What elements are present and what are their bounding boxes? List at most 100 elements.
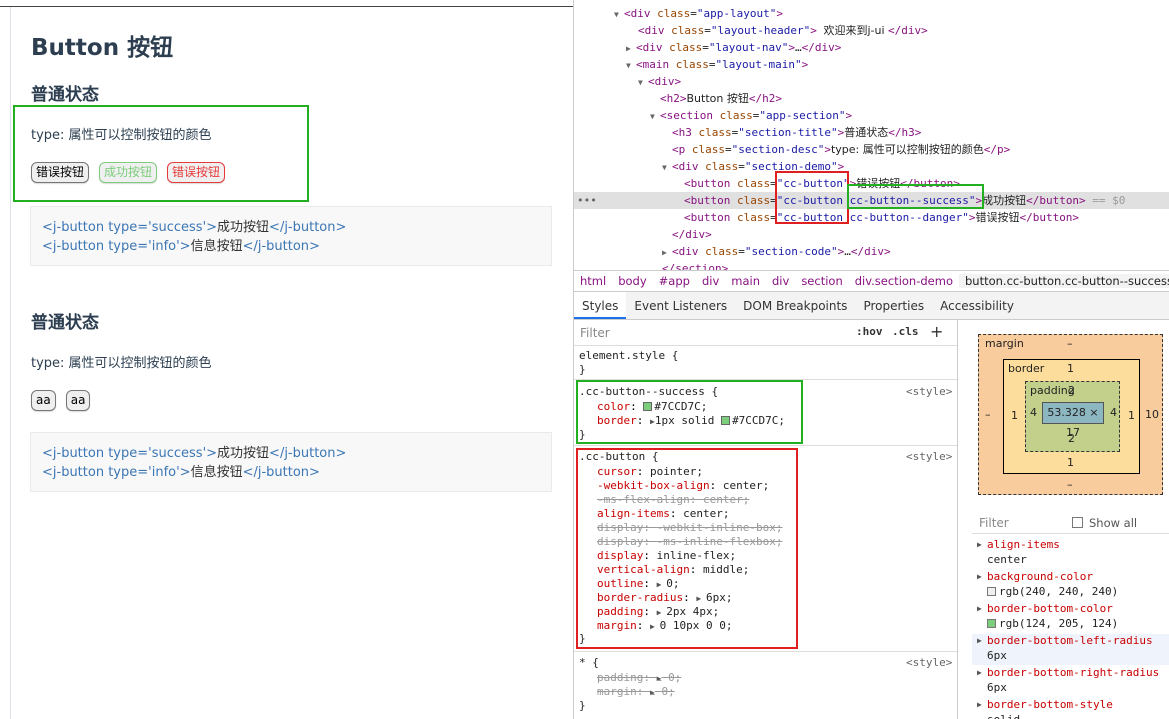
rule-close: }	[579, 699, 586, 712]
breadcrumb-item[interactable]: html	[574, 274, 612, 288]
color-swatch-icon[interactable]	[987, 619, 996, 628]
dom-node[interactable]: </div>	[672, 226, 712, 243]
section-code: <j-button type='success'>成功按钮</j-button>…	[30, 432, 552, 492]
expand-arrow-icon[interactable]: ▶	[977, 636, 982, 645]
dom-node[interactable]: ▶ <div class="section-code">…</div>	[662, 243, 891, 260]
margin-left-value[interactable]: –	[985, 408, 991, 421]
dom-node[interactable]: <div class="layout-header"> 欢迎来到j-ui </d…	[638, 22, 928, 39]
breadcrumb-item[interactable]: div	[766, 274, 795, 288]
computed-property[interactable]: ▶ border-bottom-style solid	[972, 698, 1169, 719]
section-demo: 错误按钮 成功按钮 错误按钮	[31, 162, 235, 183]
border-top-value[interactable]: 1	[1067, 362, 1074, 375]
devtools-panel: ••• ▼ <div class="app-layout"> <div class…	[573, 0, 1169, 719]
expand-arrow-icon[interactable]: ▶	[977, 668, 982, 677]
breadcrumb-item[interactable]: section	[795, 274, 848, 288]
color-swatch-icon[interactable]	[987, 587, 996, 596]
rule-source[interactable]: <style>	[906, 450, 952, 464]
elements-tree: ••• ▼ <div class="app-layout"> <div class…	[574, 0, 1169, 270]
dom-node[interactable]: <h3 class="section-title">普通状态</h3>	[672, 124, 921, 141]
highlight-box-cc-button-rule	[576, 448, 798, 649]
breadcrumb-item[interactable]: #app	[653, 274, 696, 288]
border-bottom-value[interactable]: 1	[1067, 456, 1074, 469]
border-label: border	[1008, 362, 1045, 375]
padding-left-value[interactable]: 4	[1030, 406, 1037, 419]
danger-button[interactable]: 错误按钮	[167, 162, 226, 183]
dom-node[interactable]: <p class="section-desc">type: 属性可以控制按钮的颜…	[672, 141, 1010, 158]
rule-source[interactable]: <style>	[906, 656, 952, 670]
tab-accessibility[interactable]: Accessibility	[932, 292, 1022, 319]
expand-arrow-icon[interactable]: ▶	[977, 540, 982, 549]
rule-source[interactable]: <style>	[906, 385, 952, 399]
tab-dom-breakpoints[interactable]: DOM Breakpoints	[735, 292, 855, 319]
dom-node[interactable]: <button class="cc-button cc-button--dang…	[684, 209, 1079, 226]
style-property[interactable]: margin: ▶ 0;	[597, 685, 675, 700]
padding-top-value[interactable]: 2	[1068, 384, 1075, 397]
styles-tabs: Styles Event Listeners DOM Breakpoints P…	[574, 292, 1169, 320]
show-all-checkbox[interactable]	[1072, 517, 1083, 528]
more-icon[interactable]: •••	[577, 192, 597, 209]
margin-right-value[interactable]: 10	[1145, 408, 1159, 421]
margin-bottom-value[interactable]: –	[1067, 478, 1073, 491]
margin-top-value[interactable]: –	[1067, 337, 1073, 350]
styles-filter-input[interactable]: Filter	[580, 326, 610, 340]
dom-node[interactable]: <h2>Button 按钮</h2>	[660, 90, 782, 107]
dom-node[interactable]: ▼ <section class="app-section">	[650, 107, 852, 124]
top-border	[0, 6, 573, 7]
code-line: <j-button type='info'>信息按钮</j-button>	[42, 239, 320, 254]
computed-property[interactable]: ▶ border-bottom-left-radius 6px	[972, 634, 1169, 665]
dom-node[interactable]: </section>	[662, 260, 728, 270]
rule-selector[interactable]: * {	[579, 656, 599, 670]
section-desc: type: 属性可以控制按钮的颜色	[31, 128, 212, 143]
code-line: <j-button type='success'>成功按钮</j-button>	[42, 220, 347, 235]
computed-property-name: align-items	[987, 538, 1060, 551]
computed-property[interactable]: ▶ background-color rgb(240, 240, 240)	[972, 570, 1169, 601]
box-model-content[interactable]: 53.328 × 17	[1042, 402, 1104, 439]
tab-properties[interactable]: Properties	[855, 292, 932, 319]
dom-node[interactable]: ▼ <div class="app-layout">	[614, 5, 783, 22]
aa-button[interactable]: aa	[65, 390, 91, 411]
highlight-box-cc-button	[775, 171, 849, 224]
computed-property-value: 6px	[987, 649, 1007, 662]
computed-filter-input[interactable]: Filter	[979, 516, 1009, 530]
expand-arrow-icon[interactable]: ▶	[977, 604, 982, 613]
breadcrumb: html body #app div main div section div.…	[574, 270, 1169, 292]
computed-property-name: border-bottom-left-radius	[987, 634, 1153, 647]
rule-selector[interactable]: element.style {	[579, 349, 678, 363]
expand-arrow-icon[interactable]: ▶	[977, 572, 982, 581]
computed-property-value: center	[987, 553, 1027, 566]
computed-property[interactable]: ▶ border-bottom-right-radius 6px	[972, 666, 1169, 697]
tab-styles[interactable]: Styles	[574, 292, 627, 319]
cls-toggle[interactable]: .cls	[892, 325, 919, 338]
expand-arrow-icon[interactable]: ▶	[977, 700, 982, 709]
computed-property-value: rgb(240, 240, 240)	[987, 585, 1118, 598]
error-button[interactable]: 错误按钮	[31, 162, 90, 183]
success-button[interactable]: 成功按钮	[99, 162, 158, 183]
breadcrumb-item[interactable]: body	[612, 274, 652, 288]
style-property[interactable]: padding: ▶ 0;	[597, 671, 681, 686]
tab-event-listeners[interactable]: Event Listeners	[626, 292, 735, 319]
styles-scrollbar[interactable]	[957, 328, 958, 713]
padding-right-value[interactable]: 4	[1110, 406, 1117, 419]
breadcrumb-item[interactable]: div	[696, 274, 725, 288]
show-all-label[interactable]: Show all	[1089, 516, 1137, 530]
computed-property-name: border-bottom-color	[987, 602, 1113, 615]
breadcrumb-item-current[interactable]: button.cc-button.cc-button--success	[958, 274, 1169, 288]
dom-node[interactable]: ▼ <main class="layout-main">	[626, 56, 808, 73]
breadcrumb-item[interactable]: main	[725, 274, 766, 288]
highlight-box-demo	[13, 105, 309, 202]
section-demo: aa aa	[31, 390, 100, 411]
page-title: Button 按钮	[31, 35, 174, 61]
new-rule-icon[interactable]: +	[930, 322, 943, 341]
dom-node[interactable]: ▶ <div class="layout-nav">…</div>	[626, 39, 841, 56]
computed-property[interactable]: ▶ align-items center	[972, 538, 1169, 569]
border-right-value[interactable]: 1	[1128, 409, 1135, 422]
computed-property[interactable]: ▶ border-bottom-color rgb(124, 205, 124)	[972, 602, 1169, 633]
computed-property-name: border-bottom-style	[987, 698, 1113, 711]
computed-property-value: 6px	[987, 681, 1007, 694]
highlight-box-success-rule	[576, 380, 803, 444]
hov-toggle[interactable]: :hov	[856, 325, 883, 338]
border-left-value[interactable]: 1	[1011, 409, 1018, 422]
aa-button[interactable]: aa	[31, 390, 56, 411]
dom-node[interactable]: ▼ <div>	[638, 73, 681, 90]
breadcrumb-item[interactable]: div.section-demo	[849, 274, 959, 288]
